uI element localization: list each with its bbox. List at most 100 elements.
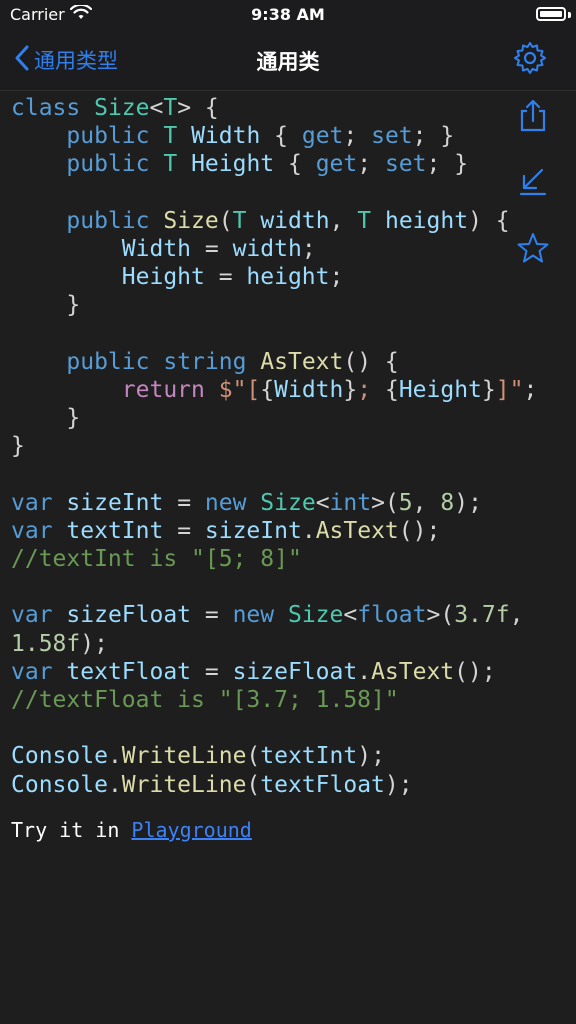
code-token: public [66, 348, 150, 375]
code-token: sizeFloat [232, 658, 358, 685]
page-title: 通用类 [256, 50, 320, 74]
code-token: //textInt is "[5; 8]" [11, 546, 302, 572]
code-token: Width [191, 123, 261, 150]
code-token: { [260, 123, 302, 150]
settings-button[interactable] [510, 40, 550, 80]
code-token: (); [454, 658, 496, 685]
code-token: Console [11, 743, 108, 770]
code-token: >( [371, 489, 399, 516]
battery-tip [568, 12, 571, 18]
code-token: () { [343, 348, 399, 375]
code-token: = [191, 602, 233, 629]
code-token: Height [191, 151, 275, 178]
code-token: return [121, 376, 205, 403]
code-token: } [481, 376, 496, 403]
code-line: Console.WriteLine(textFloat); [11, 771, 537, 799]
code-token: ; [357, 376, 385, 403]
code-token: ( [246, 743, 261, 770]
code-line: //textInt is "[5; 8]" [11, 545, 537, 573]
code-token: ; [523, 376, 538, 403]
code-token: textInt [260, 743, 358, 770]
code-token: AsText [260, 348, 344, 375]
code-line: class Size<T> { [11, 94, 537, 122]
code-token: . [107, 743, 122, 770]
code-token: WriteLine [121, 743, 247, 770]
code-token: T [163, 123, 178, 150]
code-token: , [412, 489, 441, 516]
code-line: //textFloat is "[3.7; 1.58]" [11, 686, 537, 714]
code-line: Height = height; [11, 263, 537, 291]
code-token: sizeInt [204, 517, 302, 544]
code-token: textFloat [66, 658, 192, 685]
code-token: AsText [371, 658, 455, 685]
code-line: var textInt = sizeInt.AsText(); [11, 517, 537, 545]
code-token: = [191, 658, 233, 685]
code-token: = [163, 517, 205, 544]
code-token: height [384, 207, 469, 234]
code-token: } [343, 376, 358, 403]
code-token: { [274, 151, 316, 178]
code-token: < [315, 489, 330, 516]
code-token: width [232, 235, 302, 262]
status-time: 9:38 AM [251, 5, 325, 24]
code-token: sizeFloat [66, 602, 192, 629]
code-token: Size [94, 95, 150, 121]
code-token: Height [121, 264, 205, 291]
code-token: ( [246, 771, 261, 798]
code-token: class [11, 95, 81, 121]
code-token: ); [80, 630, 108, 657]
playground-link[interactable]: Playground [131, 818, 251, 842]
code-token: float [357, 602, 427, 629]
code-token: = [163, 489, 205, 516]
code-token: ; [301, 235, 316, 262]
code-line: } [11, 291, 537, 319]
code-token: var [11, 489, 53, 516]
code-token: >( [426, 602, 455, 629]
footer-prefix: Try it in [11, 818, 132, 842]
code-line: public string AsText() { [11, 348, 537, 376]
code-token: < [343, 602, 358, 629]
code-token: WriteLine [121, 771, 247, 798]
code-token: Console [11, 771, 108, 798]
code-token: ); [384, 771, 413, 798]
code-block: class Size<T> { public T Width { get; se… [11, 94, 537, 799]
code-token: var [11, 602, 53, 629]
navigation-bar: 通用类型 通用类 [0, 30, 576, 91]
code-token: . [357, 658, 372, 685]
code-token: < [149, 95, 164, 121]
code-line: public Size(T width, T height) { [11, 207, 537, 235]
code-line: } [11, 404, 537, 432]
code-token: AsText [315, 517, 399, 544]
code-token: T [163, 151, 178, 178]
code-token: , [509, 602, 524, 629]
code-token: } [11, 405, 81, 432]
code-token: Size [163, 207, 219, 234]
status-bar: Carrier 9:38 AM [0, 0, 576, 30]
code-token: ]" [495, 376, 524, 403]
code-token: { [260, 376, 275, 403]
code-token: Size [287, 602, 344, 629]
code-token: T [232, 207, 247, 234]
code-token: new [204, 489, 247, 516]
code-token: textFloat [260, 771, 385, 798]
code-token: public [66, 123, 150, 150]
code-token: = [204, 264, 247, 291]
code-token: (); [398, 517, 441, 544]
